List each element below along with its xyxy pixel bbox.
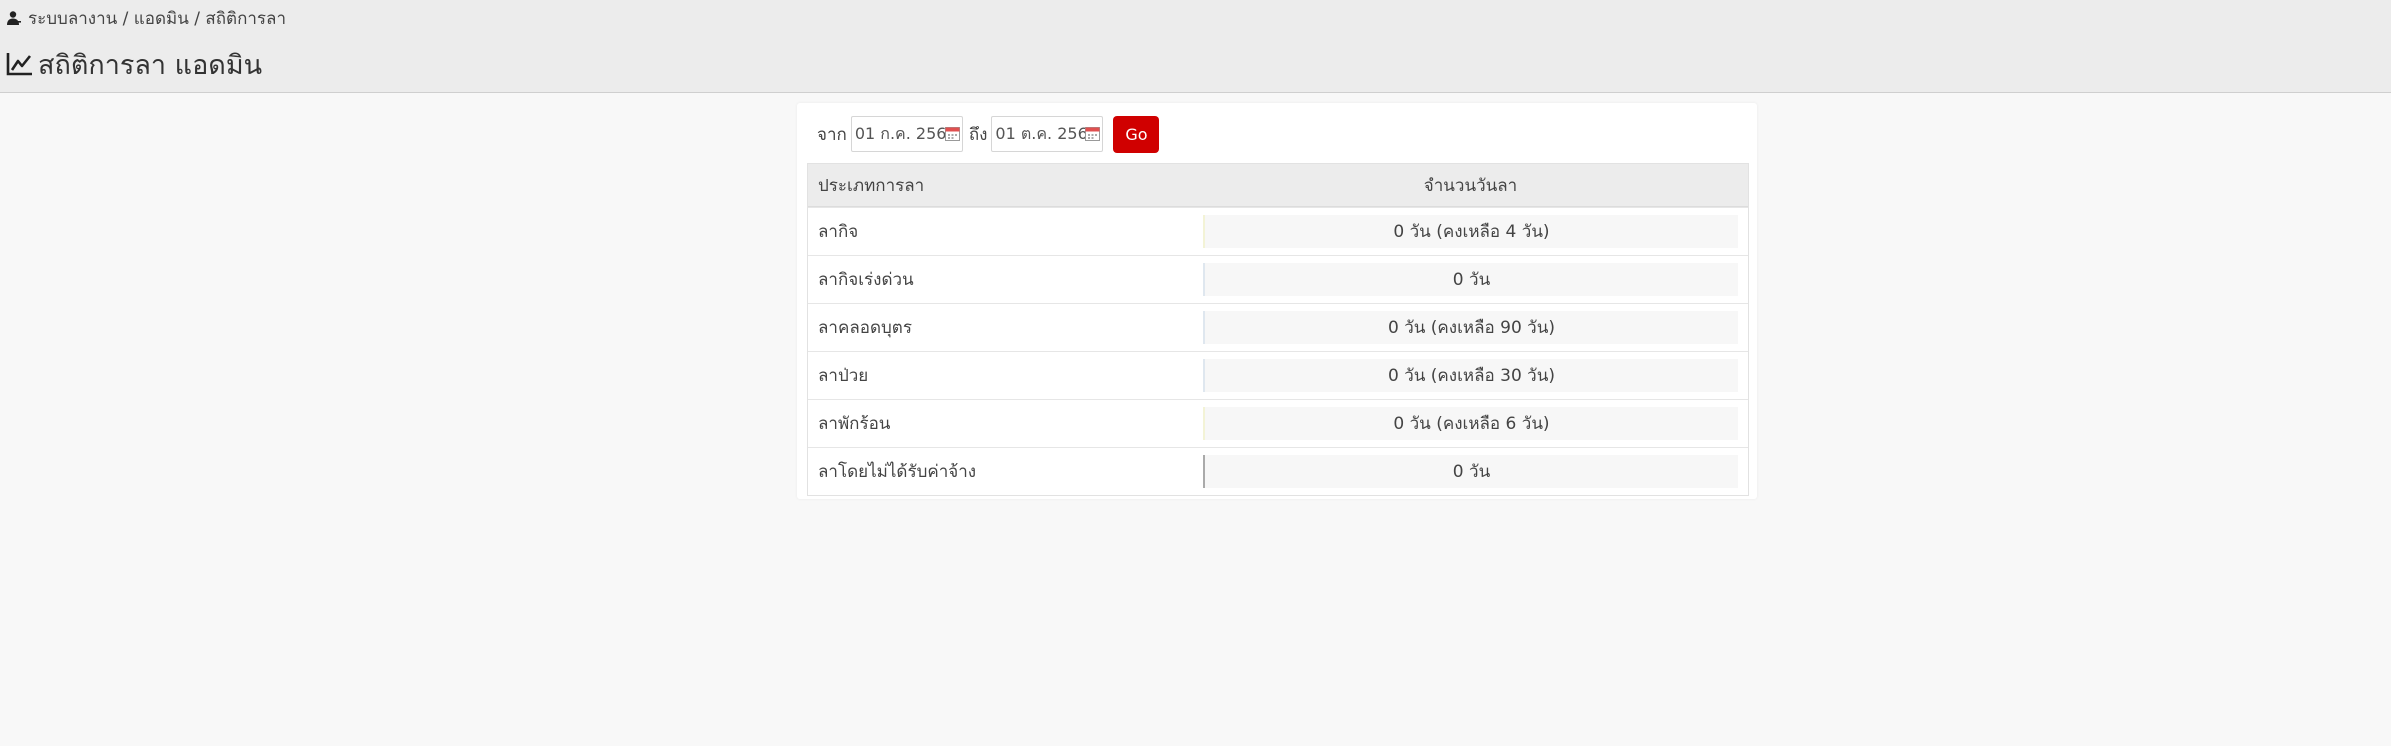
leave-type-cell: ลากิจ (818, 222, 859, 242)
to-label: ถึง (968, 124, 988, 145)
leave-type-cell: ลากิจเร่งด่วน (818, 270, 914, 290)
breadcrumb: ระบบลางาน / แอดมิน / สถิติการลา (6, 6, 286, 30)
from-date-input[interactable] (851, 119, 945, 149)
calendar-icon[interactable] (1085, 126, 1101, 141)
leave-type-cell: ลาพักร้อน (818, 414, 891, 434)
page-title-text: สถิติการลา แอดมิน (38, 49, 263, 81)
leave-days-cell: 0 วัน (คงเหลือ 4 วัน) (1203, 215, 1738, 248)
leave-days-cell: 0 วัน (1203, 263, 1738, 296)
leave-days-cell: 0 วัน (คงเหลือ 30 วัน) (1203, 359, 1738, 392)
header-leave-days: จำนวนวันลา (1423, 175, 1518, 196)
user-icon (7, 11, 21, 25)
calendar-icon[interactable] (944, 126, 960, 141)
leave-type-cell: ลาโดยไม่ได้รับค่าจ้าง (818, 462, 977, 482)
leave-days-cell: 0 วัน (คงเหลือ 90 วัน) (1203, 311, 1738, 344)
leave-type-cell: ลาคลอดบุตร (818, 318, 912, 338)
leave-stats-panel: จาก ถึง (797, 103, 1757, 499)
leave-days-cell: 0 วัน (1203, 455, 1738, 488)
table-row: ลาคลอดบุตร 0 วัน (คงเหลือ 90 วัน) (808, 303, 1748, 351)
table-row: ลาป่วย 0 วัน (คงเหลือ 30 วัน) (808, 351, 1748, 399)
page-header: ระบบลางาน / แอดมิน / สถิติการลา สถิติการ… (0, 0, 2391, 93)
leave-type-cell: ลาป่วย (818, 366, 869, 386)
breadcrumb-text: ระบบลางาน / แอดมิน / สถิติการลา (28, 8, 287, 29)
leave-days-cell: 0 วัน (คงเหลือ 6 วัน) (1203, 407, 1738, 440)
go-button[interactable]: Go (1113, 115, 1160, 153)
table-header: ประเภทการลา จำนวนวันลา (808, 164, 1748, 207)
line-chart-icon (6, 53, 32, 76)
from-label: จาก (817, 124, 847, 145)
header-leave-type: ประเภทการลา (818, 175, 925, 196)
from-date-field[interactable] (850, 116, 963, 152)
to-date-input[interactable] (992, 119, 1086, 149)
table-row: ลากิจ 0 วัน (คงเหลือ 4 วัน) (808, 207, 1748, 255)
page-title: สถิติการลา แอดมิน (6, 46, 262, 82)
date-filter: จาก ถึง (817, 115, 1160, 153)
table-row: ลากิจเร่งด่วน 0 วัน (808, 255, 1748, 303)
leave-stats-table: ประเภทการลา จำนวนวันลา ลากิจ 0 วัน (คงเห… (807, 163, 1749, 496)
table-row: ลาพักร้อน 0 วัน (คงเหลือ 6 วัน) (808, 399, 1748, 447)
to-date-field[interactable] (991, 116, 1104, 152)
table-row: ลาโดยไม่ได้รับค่าจ้าง 0 วัน (808, 447, 1748, 495)
